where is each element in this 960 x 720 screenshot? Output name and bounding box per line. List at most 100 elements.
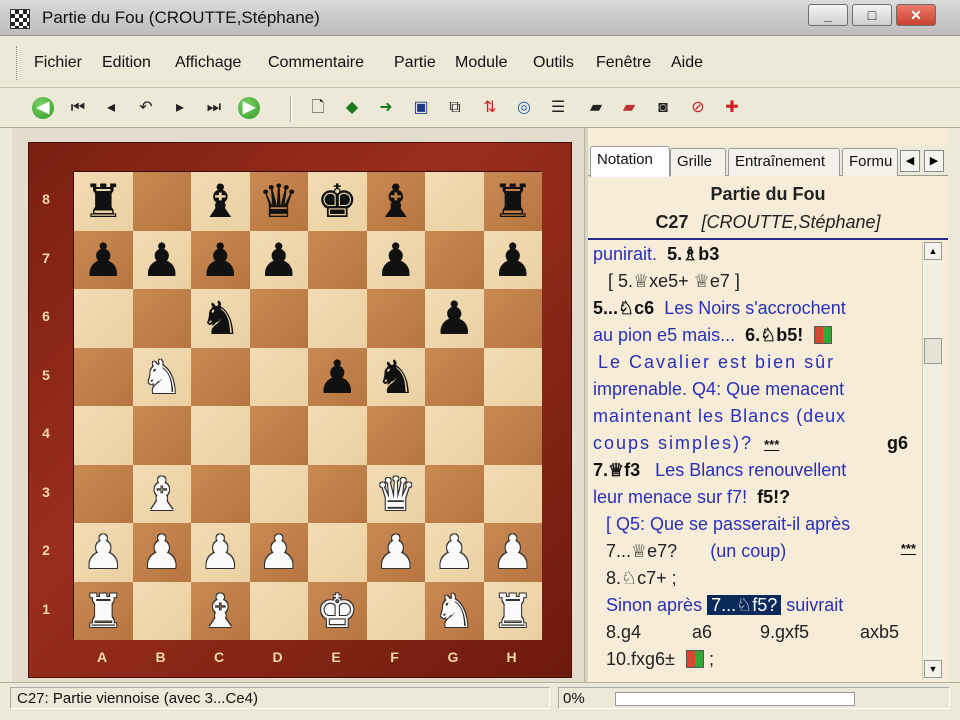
- white-pawn-icon[interactable]: ♟: [484, 523, 543, 582]
- square-a2[interactable]: ♟: [74, 523, 133, 582]
- close-button[interactable]: ✕: [896, 4, 936, 26]
- variation-text[interactable]: 7...♕e7?: [606, 541, 677, 561]
- selected-move[interactable]: 7...♘f5?: [707, 595, 782, 615]
- square-b5[interactable]: ♞: [132, 347, 191, 406]
- tab-notation[interactable]: Notation: [590, 146, 670, 177]
- square-h2[interactable]: ♟: [483, 523, 543, 582]
- square-c7[interactable]: ♟: [191, 230, 250, 290]
- square-f6[interactable]: [366, 289, 425, 348]
- scroll-down-icon[interactable]: ▼: [924, 660, 942, 678]
- black-pawn-icon[interactable]: ♟: [308, 348, 367, 407]
- notation-text[interactable]: punirait. 5.♗b3 [ 5.♕xe5+ ♕e7 ] 5...♘c6 …: [588, 242, 922, 682]
- prev-move-icon[interactable]: ◂: [99, 96, 123, 120]
- square-a3[interactable]: [74, 464, 133, 523]
- square-h4[interactable]: [483, 406, 542, 465]
- clear-icon[interactable]: ▰: [617, 96, 641, 120]
- maximize-button[interactable]: □: [852, 4, 892, 26]
- square-d2[interactable]: ♟: [249, 523, 309, 582]
- square-h3[interactable]: [483, 464, 542, 523]
- square-g2[interactable]: ♟: [425, 523, 484, 582]
- square-g7[interactable]: [425, 230, 484, 289]
- square-f8[interactable]: ♝: [366, 172, 426, 231]
- square-g8[interactable]: [425, 172, 484, 231]
- diagram-icon[interactable]: [814, 326, 833, 344]
- menu-outils[interactable]: Outils: [533, 54, 574, 72]
- square-f4[interactable]: [366, 406, 425, 465]
- menu-fichier[interactable]: Fichier: [34, 54, 82, 72]
- menu-edition[interactable]: Edition: [102, 54, 151, 72]
- square-b7[interactable]: ♟: [132, 230, 191, 289]
- menu-partie[interactable]: Partie: [394, 54, 436, 72]
- square-b3[interactable]: ♝: [132, 464, 191, 523]
- square-h6[interactable]: [483, 289, 542, 348]
- square-f7[interactable]: ♟: [366, 230, 426, 290]
- save-all-icon[interactable]: ⧉: [443, 96, 467, 120]
- chessboard[interactable]: ♜ ♝ ♛ ♚ ♝ ♜ ♟ ♟ ♟ ♟ ♟ ♟ ♞ ♟ ♞ ♟ ♞ ♝ ♛ ♟ ♟ ♟ ♟ ♟ ♟ ♟ ♜ ♝ ♚ ♞ ♜: [73, 171, 543, 641]
- square-b6[interactable]: [132, 289, 191, 348]
- square-b1[interactable]: [132, 581, 191, 640]
- move-text[interactable]: 9.gxf5: [760, 622, 809, 643]
- move-text[interactable]: 5.♗b3: [667, 244, 719, 264]
- black-pawn-icon[interactable]: ♟: [191, 231, 250, 290]
- white-pawn-icon[interactable]: ♟: [191, 523, 250, 582]
- new-document-icon[interactable]: 🗋: [306, 96, 330, 120]
- square-a1[interactable]: ♜: [74, 581, 133, 640]
- black-pawn-icon[interactable]: ♟: [425, 289, 484, 348]
- square-e5[interactable]: ♟: [308, 347, 367, 407]
- square-c5[interactable]: [191, 347, 250, 406]
- black-pawn-icon[interactable]: ♟: [74, 231, 133, 290]
- square-e8[interactable]: ♚: [308, 172, 367, 231]
- minimize-button[interactable]: _: [808, 4, 848, 26]
- square-g3[interactable]: [425, 464, 484, 523]
- square-b4[interactable]: [132, 406, 191, 465]
- square-c2[interactable]: ♟: [191, 523, 250, 582]
- square-d7[interactable]: ♟: [249, 230, 308, 289]
- chessboard-app-icon[interactable]: [10, 9, 30, 29]
- move-text[interactable]: 6.♘b5!: [745, 325, 803, 345]
- move-text[interactable]: 8.g4: [606, 622, 641, 643]
- square-e7[interactable]: [308, 230, 367, 289]
- square-a7[interactable]: ♟: [74, 230, 133, 290]
- menu-fenetre[interactable]: Fenêtre: [596, 54, 651, 72]
- square-e1[interactable]: ♚: [308, 581, 367, 641]
- square-c3[interactable]: [191, 464, 250, 523]
- white-pawn-icon[interactable]: ♟: [250, 523, 309, 582]
- black-knight-icon[interactable]: ♞: [191, 289, 250, 348]
- delete-game-icon[interactable]: ⊘: [686, 96, 710, 120]
- square-d6[interactable]: [249, 289, 308, 348]
- arrow-left-icon[interactable]: ◆: [340, 96, 364, 120]
- square-d1[interactable]: [249, 581, 308, 640]
- square-e2[interactable]: [308, 523, 367, 582]
- black-pawn-icon[interactable]: ♟: [367, 231, 426, 290]
- white-knight-icon[interactable]: ♞: [425, 582, 484, 641]
- white-king-icon[interactable]: ♚: [308, 582, 367, 641]
- square-b8[interactable]: [132, 172, 191, 231]
- tab-entrainement[interactable]: Entraînement: [728, 148, 840, 176]
- black-rook-icon[interactable]: ♜: [484, 172, 543, 231]
- black-pawn-icon[interactable]: ♟: [484, 231, 543, 290]
- tab-formulaire[interactable]: Formu: [842, 148, 898, 176]
- square-h8[interactable]: ♜: [483, 172, 543, 231]
- tab-scroll-left-icon[interactable]: ◀: [900, 150, 920, 172]
- white-queen-icon[interactable]: ♛: [367, 465, 426, 524]
- square-f2[interactable]: ♟: [366, 523, 425, 582]
- properties-icon[interactable]: ☰: [546, 96, 570, 120]
- square-a5[interactable]: [74, 347, 133, 406]
- move-text[interactable]: a6: [692, 622, 712, 643]
- black-bishop-icon[interactable]: ♝: [367, 172, 426, 231]
- eraser-icon[interactable]: ▰: [584, 96, 608, 120]
- white-rook-icon[interactable]: ♜: [484, 582, 543, 641]
- square-h1[interactable]: ♜: [483, 581, 543, 641]
- move-text[interactable]: 5...♘c6: [593, 298, 654, 318]
- square-g5[interactable]: [425, 347, 484, 406]
- black-king-icon[interactable]: ♚: [308, 172, 367, 231]
- web-icon[interactable]: ◎: [512, 96, 536, 120]
- next-move-icon[interactable]: ▸: [168, 96, 192, 120]
- square-d4[interactable]: [249, 406, 308, 465]
- arrow-right-icon[interactable]: ➜: [374, 96, 398, 120]
- square-a6[interactable]: [74, 289, 133, 348]
- square-e4[interactable]: [308, 406, 367, 465]
- square-f5[interactable]: ♞: [366, 347, 425, 406]
- square-c8[interactable]: ♝: [191, 172, 250, 231]
- move-text[interactable]: g6: [887, 433, 908, 454]
